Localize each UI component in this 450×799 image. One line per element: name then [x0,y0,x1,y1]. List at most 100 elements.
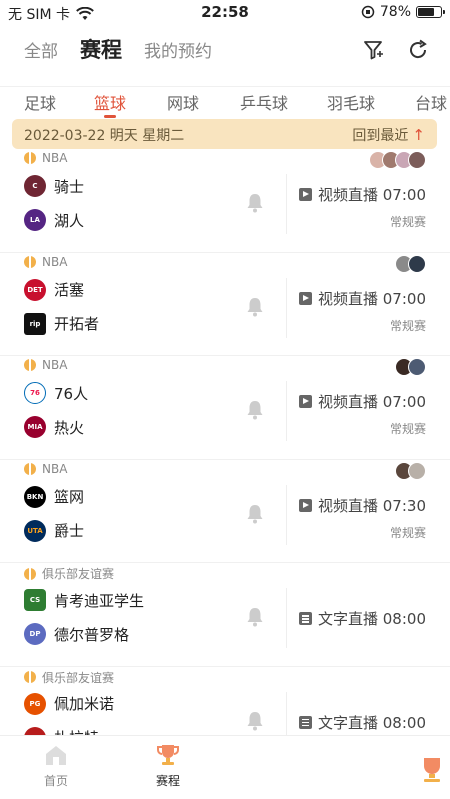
battery-fill [418,8,435,16]
team-logo-icon: PG [24,692,46,715]
away-team-name: 开拓者 [54,315,100,333]
bell-icon[interactable] [246,193,264,213]
sport-tab-basketball[interactable]: 篮球 [94,90,126,114]
live-button[interactable]: 视频直播 07:00 [299,288,426,309]
nav-home-label: 首页 [43,774,68,788]
live-label: 文字直播 08:00 [318,713,426,732]
tab-schedule[interactable]: 赛程 [80,34,122,64]
streamer-avatars[interactable] [369,151,426,169]
home-team-name: 骑士 [54,177,85,196]
date-label: 2022-03-22 明天 星期二 [24,128,185,144]
match-card[interactable]: NBA BKN 篮网 UTA 爵士 视频直播 07:30 常规赛 [0,460,450,563]
divider [286,174,287,234]
away-team: Z 扎拉特 [24,726,99,735]
tab-all[interactable]: 全部 [24,37,58,62]
back-to-recent-button[interactable]: 回到最近 ↑ [352,125,425,145]
home-team: CS 肯考迪亚学生 [24,589,144,611]
bell-icon[interactable] [246,504,264,524]
sport-tab-billiards[interactable]: 台球 [415,90,447,114]
home-team-name: 76人 [54,384,89,403]
avatar [408,358,426,376]
live-button[interactable]: 文字直播 08:00 [299,608,426,629]
home-team-name: 活塞 [54,281,85,299]
team-logo-icon: 76 [24,382,46,404]
sport-tab-tennis[interactable]: 网球 [167,90,199,114]
live-button[interactable]: 视频直播 07:00 [299,184,426,205]
team-logo-icon: BKN [24,485,46,508]
top-actions [362,38,430,62]
divider [286,588,287,648]
nav-schedule-label: 赛程 [155,774,180,788]
status-bar: 无 SIM 卡 22:58 78% [0,0,450,26]
match-stage: 常规赛 [389,525,426,540]
league-row: NBA [24,151,67,165]
orientation-lock-icon [361,5,375,19]
home-team-name: 篮网 [54,488,85,506]
home-team-name: 佩加米诺 [54,695,115,713]
nav-schedule[interactable]: 赛程 [138,742,198,789]
status-right: 78% [361,4,445,20]
live-label: 文字直播 08:00 [318,610,426,628]
match-card[interactable]: NBA DET 活塞 rip 开拓者 视频直播 07:00 常规赛 [0,253,450,356]
match-card[interactable]: 俱乐部友谊赛 PG 佩加米诺 Z 扎拉特 文字直播 08:00 [0,667,450,735]
away-team-name: 德尔普罗格 [54,625,130,644]
home-team-name: 肯考迪亚学生 [54,591,145,610]
live-button[interactable]: 视频直播 07:30 [299,495,426,516]
trophy-icon [424,758,440,782]
streamer-avatars[interactable] [395,254,426,273]
video-play-icon [299,188,312,201]
divider [286,484,287,545]
match-card[interactable]: NBA C 骑士 LA 湖人 视频直播 07:00 常规赛 [0,149,450,253]
away-team-name: 热火 [54,418,85,437]
refresh-icon[interactable] [406,38,430,62]
away-team: DP 德尔普罗格 [24,623,129,645]
team-logo-icon: LA [24,209,46,231]
live-button[interactable]: 视频直播 07:00 [299,391,426,412]
battery-icon [416,6,445,18]
arrow-up-icon: ↑ [412,126,425,144]
league-row: NBA [24,358,67,372]
text-live-icon [299,612,312,625]
sport-tab-football[interactable]: 足球 [24,90,56,114]
match-list[interactable]: NBA C 骑士 LA 湖人 视频直播 07:00 常规赛 NBA DET 活塞… [0,149,450,735]
divider [286,691,287,735]
video-play-icon [299,395,312,408]
league-row: NBA [24,255,67,269]
away-team: UTA 爵士 [24,519,84,542]
home-team: C 骑士 [24,175,84,197]
team-logo-icon: Z [24,726,46,735]
match-card[interactable]: 俱乐部友谊赛 CS 肯考迪亚学生 DP 德尔普罗格 文字直播 08:00 [0,563,450,667]
home-icon [46,746,66,765]
live-label: 视频直播 07:30 [318,496,426,515]
avatar [408,254,426,273]
bell-icon[interactable] [246,297,264,317]
video-play-icon [299,291,312,305]
team-logo-icon: UTA [24,519,46,542]
tab-my-reservations[interactable]: 我的预约 [144,37,212,62]
sport-tab-table-tennis[interactable]: 乒乓球 [240,90,288,114]
league-row: NBA [24,462,67,476]
league-name: NBA [42,254,68,269]
divider [286,381,287,441]
team-logo-icon: CS [24,589,46,611]
nav-home[interactable]: 首页 [26,742,86,789]
away-team-name: 扎拉特 [54,727,99,735]
team-logo-icon: MIA [24,416,46,438]
filter-icon[interactable] [362,38,386,62]
live-button[interactable]: 文字直播 08:00 [299,712,426,733]
streamer-avatars[interactable] [395,461,426,480]
match-stage: 常规赛 [389,215,426,229]
team-logo-icon: DP [24,623,46,645]
league-name: NBA [42,461,68,476]
league-row: 俱乐部友谊赛 [24,565,114,582]
bell-icon[interactable] [246,607,264,627]
away-team: LA 湖人 [24,209,84,231]
streamer-avatars[interactable] [395,358,426,376]
bottom-nav: 首页 赛程 [0,735,450,799]
bell-icon[interactable] [246,711,264,731]
sport-tab-badminton[interactable]: 羽毛球 [327,90,375,114]
basketball-icon [24,671,36,683]
match-card[interactable]: NBA 76 76人 MIA 热火 视频直播 07:00 常规赛 [0,356,450,460]
league-name: NBA [42,151,68,165]
bell-icon[interactable] [246,400,264,420]
